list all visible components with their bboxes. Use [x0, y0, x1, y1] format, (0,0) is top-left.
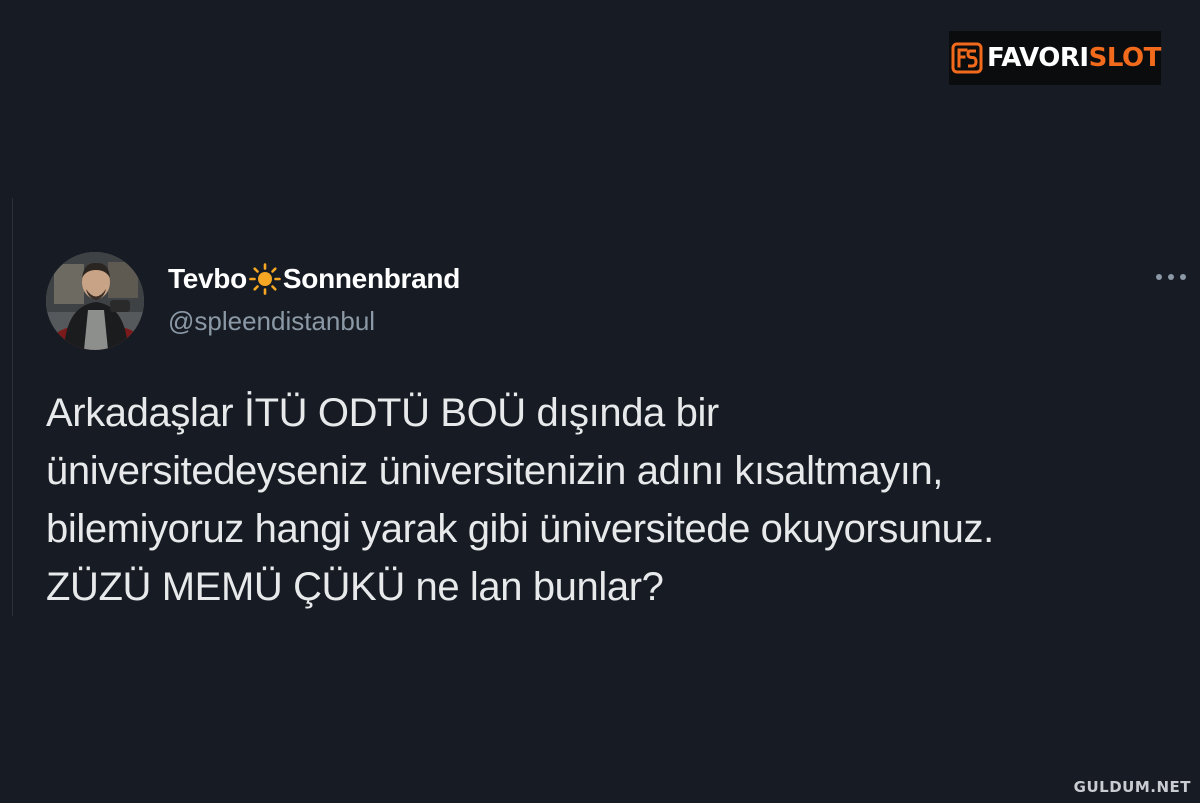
watermark: GULDUM.NET: [1073, 778, 1191, 796]
divider: [12, 198, 13, 616]
tweet-text-line: üniversitedeyseniz üniversitenizin adını…: [46, 449, 944, 493]
sun-icon: [249, 263, 281, 295]
more-horizontal-icon[interactable]: [1154, 264, 1188, 290]
brand-word-part-1: FAVORI: [987, 43, 1089, 73]
tweet-text-line: bilemiyoruz hangi yarak gibi üniversited…: [46, 507, 994, 551]
brand-logo: FAVORISLOT: [949, 31, 1161, 85]
display-name[interactable]: Tevbo Sonnenbrand: [168, 262, 460, 296]
brand-logo-mark-icon: [951, 42, 983, 74]
tweet-text-line: Arkadaşlar İTÜ ODTÜ BOÜ dışında bir: [46, 391, 719, 435]
user-handle[interactable]: @spleendistanbul: [168, 306, 375, 337]
tweet-text: Arkadaşlar İTÜ ODTÜ BOÜ dışında bir üniv…: [46, 384, 1186, 616]
brand-wordmark: FAVORISLOT: [987, 45, 1161, 71]
tweet-text-line: ZÜZÜ MEMÜ ÇÜKÜ ne lan bunlar?: [46, 565, 664, 609]
avatar[interactable]: [46, 252, 144, 350]
display-name-part-2: Sonnenbrand: [282, 263, 461, 294]
more-dot: [1180, 274, 1186, 280]
more-dot: [1156, 274, 1162, 280]
display-name-part-1: Tevbo: [168, 263, 247, 294]
avatar-image: [46, 252, 144, 350]
brand-word-part-2: SLOT: [1088, 43, 1162, 73]
more-dot: [1168, 274, 1174, 280]
